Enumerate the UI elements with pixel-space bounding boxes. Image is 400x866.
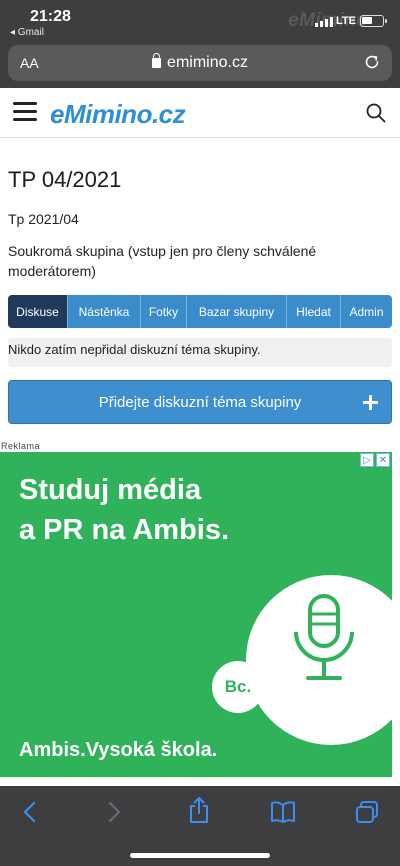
status-time: 21:28	[30, 8, 71, 25]
url-text: emimino.cz	[167, 54, 248, 71]
plus-icon	[363, 395, 378, 410]
group-description: Soukromá skupina (vstup jen pro členy sc…	[8, 243, 317, 279]
ad-headline-line2: a PR na Ambis.	[19, 514, 230, 546]
page-title: TP 04/2021	[8, 167, 122, 192]
add-topic-label: Přidejte diskuzní téma skupiny	[98, 394, 302, 411]
ad-headline-line1: Studuj média	[19, 474, 202, 506]
signal-icon	[315, 17, 333, 27]
ad-choices[interactable]: ▷ ✕	[360, 453, 390, 467]
add-topic-button[interactable]: Přidejte diskuzní téma skupiny	[8, 380, 392, 424]
battery-icon	[360, 15, 387, 27]
menu-icon[interactable]	[13, 102, 37, 122]
site-logo[interactable]: eMimino.cz	[50, 99, 186, 130]
tab-diskuse[interactable]: Diskuse	[8, 295, 68, 328]
back-icon[interactable]	[18, 800, 44, 824]
tab-nastenka[interactable]: Nástěnka	[68, 295, 141, 328]
forward-icon[interactable]	[100, 800, 126, 824]
home-indicator[interactable]	[130, 853, 270, 858]
ad-label: Reklama	[1, 441, 41, 451]
group-tabs: Diskuse Nástěnka Fotky Bazar skupiny Hle…	[8, 295, 392, 328]
share-icon[interactable]	[186, 796, 212, 824]
lock-icon	[152, 53, 162, 68]
adchoices-icon[interactable]: ▷	[360, 453, 374, 467]
microphone-icon	[294, 594, 354, 680]
ad-footer: Ambis.Vysoká škola.	[19, 739, 218, 761]
bookmarks-icon[interactable]	[270, 800, 296, 824]
reload-icon[interactable]	[362, 52, 382, 72]
tab-admin[interactable]: Admin	[341, 295, 392, 328]
group-subtitle: Tp 2021/04	[8, 211, 79, 227]
ad-badge: Bc.	[212, 661, 264, 713]
empty-topics-notice: Nikdo zatím nepřidal diskuzní téma skupi…	[8, 338, 392, 367]
address-bar[interactable]: AA emimino.cz	[8, 45, 392, 81]
ad-headline: Studuj média a PR na Ambis.	[19, 470, 229, 550]
tab-fotky[interactable]: Fotky	[141, 295, 187, 328]
advertisement-banner[interactable]: ▷ ✕ Studuj média a PR na Ambis. Bc. Ambi…	[0, 452, 392, 777]
tabs-icon[interactable]	[354, 800, 380, 824]
search-icon[interactable]	[366, 103, 386, 123]
site-header: eMimino.cz	[0, 88, 400, 138]
url-display[interactable]: emimino.cz	[8, 53, 392, 72]
close-icon[interactable]: ✕	[376, 453, 390, 467]
browser-top-chrome: 21:28 ◂ Gmail eMimino LTE AA emimino.cz	[0, 0, 400, 88]
tab-bazar-skupiny[interactable]: Bazar skupiny	[187, 295, 287, 328]
tab-hledat[interactable]: Hledat	[287, 295, 341, 328]
network-type: LTE	[336, 15, 356, 27]
back-to-app-link[interactable]: ◂ Gmail	[10, 27, 44, 38]
